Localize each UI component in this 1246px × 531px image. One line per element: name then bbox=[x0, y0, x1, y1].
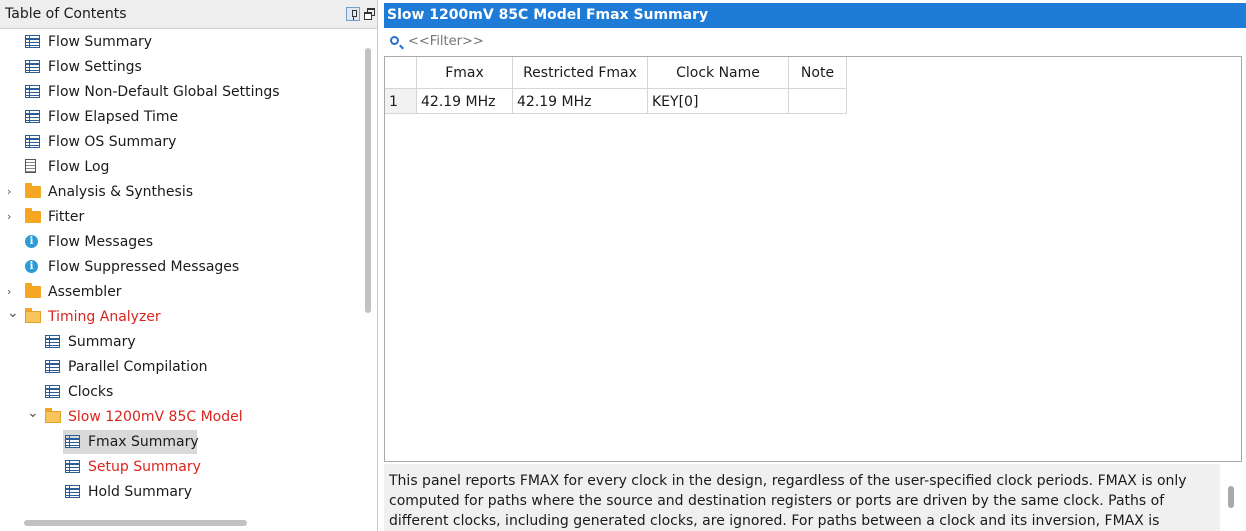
toc-item-flow-log[interactable]: Flow Log bbox=[23, 155, 323, 179]
table-icon bbox=[25, 110, 40, 123]
table-icon bbox=[65, 485, 80, 498]
report-title-bar: Slow 1200mV 85C Model Fmax Summary bbox=[384, 3, 1246, 28]
toc-vertical-scrollbar[interactable] bbox=[365, 48, 371, 313]
float-window-icon[interactable] bbox=[364, 8, 375, 20]
description-text: This panel reports FMAX for every clock … bbox=[389, 473, 1187, 529]
toc-item-flow-non-default-global-settings[interactable]: Flow Non-Default Global Settings bbox=[23, 80, 323, 104]
toc-item-flow-suppressed-messages[interactable]: i Flow Suppressed Messages bbox=[23, 255, 323, 279]
toc-item-label: Assembler bbox=[48, 284, 122, 300]
folder-icon bbox=[25, 183, 41, 198]
column-header-clock-name[interactable]: Clock Name bbox=[648, 57, 789, 89]
toc-horizontal-scrollbar[interactable] bbox=[24, 520, 247, 526]
table-icon bbox=[25, 85, 40, 98]
toc-item-label: Flow Elapsed Time bbox=[48, 109, 179, 125]
toc-item-hold-summary[interactable]: Hold Summary bbox=[63, 480, 363, 504]
toc-item-label: Flow Summary bbox=[48, 34, 153, 50]
chevron-down-icon[interactable]: ⌄ bbox=[27, 401, 39, 425]
toc-item-label: Parallel Compilation bbox=[68, 359, 208, 375]
description-panel: This panel reports FMAX for every clock … bbox=[384, 464, 1220, 531]
table-icon bbox=[65, 460, 80, 473]
column-header-restricted-fmax[interactable]: Restricted Fmax bbox=[513, 57, 648, 89]
row-index-cell[interactable]: 1 bbox=[385, 89, 417, 114]
toc-item-label: Summary bbox=[68, 334, 136, 350]
report-title: Slow 1200mV 85C Model Fmax Summary bbox=[387, 7, 709, 23]
toc-item-fitter[interactable]: › Fitter bbox=[7, 205, 323, 229]
toc-item-label: Flow OS Summary bbox=[48, 134, 177, 150]
folder-icon bbox=[25, 208, 41, 223]
toc-item-analysis-synthesis[interactable]: › Analysis & Synthesis bbox=[7, 180, 323, 204]
toc-item-flow-messages[interactable]: i Flow Messages bbox=[23, 230, 323, 254]
log-icon bbox=[25, 159, 36, 173]
table-icon bbox=[25, 60, 40, 73]
toc-item-label: Flow Non-Default Global Settings bbox=[48, 84, 280, 100]
filter-row bbox=[384, 30, 1240, 55]
info-icon: i bbox=[25, 260, 38, 273]
restricted-fmax-cell[interactable]: 42.19 MHz bbox=[513, 89, 648, 114]
table-icon bbox=[25, 35, 40, 48]
toc-item-label: Setup Summary bbox=[88, 459, 201, 475]
search-icon bbox=[390, 36, 399, 45]
toc-item-label: Clocks bbox=[68, 384, 114, 400]
toc-title: Table of Contents bbox=[5, 6, 127, 22]
chevron-right-icon[interactable]: › bbox=[7, 205, 17, 229]
column-header-fmax[interactable]: Fmax bbox=[417, 57, 513, 89]
clock-name-cell[interactable]: KEY[0] bbox=[648, 89, 789, 114]
table-of-contents-panel: Table of Contents Flow Summary Flow Setti… bbox=[0, 0, 378, 531]
chevron-right-icon[interactable]: › bbox=[7, 180, 17, 204]
table-icon bbox=[25, 135, 40, 148]
toc-item-label: Fitter bbox=[48, 209, 85, 225]
toc-item-fmax-summary[interactable]: Fmax Summary bbox=[63, 430, 199, 454]
toc-item-label: Fmax Summary bbox=[88, 434, 199, 450]
toc-item-parallel-compilation[interactable]: Parallel Compilation bbox=[43, 355, 343, 379]
toc-item-label: Flow Suppressed Messages bbox=[48, 259, 240, 275]
table-icon bbox=[45, 385, 60, 398]
toc-item-label: Timing Analyzer bbox=[48, 309, 161, 325]
column-header-index[interactable] bbox=[385, 57, 417, 89]
toc-item-label: Hold Summary bbox=[88, 484, 192, 500]
folder-open-icon bbox=[45, 408, 61, 423]
folder-icon bbox=[25, 283, 41, 298]
chevron-down-icon[interactable]: ⌄ bbox=[7, 301, 19, 325]
toc-item-assembler[interactable]: › Assembler bbox=[7, 280, 323, 304]
toc-item-summary[interactable]: Summary bbox=[43, 330, 343, 354]
toc-item-flow-elapsed-time[interactable]: Flow Elapsed Time bbox=[23, 105, 323, 129]
toc-item-timing-analyzer[interactable]: ⌄ Timing Analyzer bbox=[7, 305, 323, 329]
toc-item-label: Flow Settings bbox=[48, 59, 142, 75]
fmax-cell[interactable]: 42.19 MHz bbox=[417, 89, 513, 114]
toc-item-slow-1200mv-85c-model[interactable]: ⌄ Slow 1200mV 85C Model bbox=[27, 405, 343, 429]
description-scrollbar[interactable] bbox=[1228, 486, 1234, 508]
toc-item-label: Flow Log bbox=[48, 159, 110, 175]
toc-item-label: Analysis & Synthesis bbox=[48, 184, 193, 200]
toc-item-clocks[interactable]: Clocks bbox=[43, 380, 343, 404]
filter-input[interactable] bbox=[408, 34, 708, 49]
toc-header: Table of Contents bbox=[0, 0, 377, 29]
note-cell[interactable] bbox=[789, 89, 847, 114]
folder-open-icon bbox=[25, 308, 41, 323]
toc-item-label: Flow Messages bbox=[48, 234, 154, 250]
toc-item-flow-os-summary[interactable]: Flow OS Summary bbox=[23, 130, 323, 154]
table-icon bbox=[45, 360, 60, 373]
fmax-summary-table: Fmax Restricted Fmax Clock Name Note 1 4… bbox=[384, 56, 1242, 462]
table-icon bbox=[65, 435, 80, 448]
toc-item-label: Slow 1200mV 85C Model bbox=[68, 409, 243, 425]
info-icon: i bbox=[25, 235, 38, 248]
pin-icon[interactable] bbox=[346, 7, 360, 21]
column-header-note[interactable]: Note bbox=[789, 57, 847, 89]
toc-item-flow-settings[interactable]: Flow Settings bbox=[23, 55, 323, 79]
toc-item-flow-summary[interactable]: Flow Summary bbox=[23, 30, 323, 54]
table-icon bbox=[45, 335, 60, 348]
toc-item-setup-summary[interactable]: Setup Summary bbox=[63, 455, 363, 479]
